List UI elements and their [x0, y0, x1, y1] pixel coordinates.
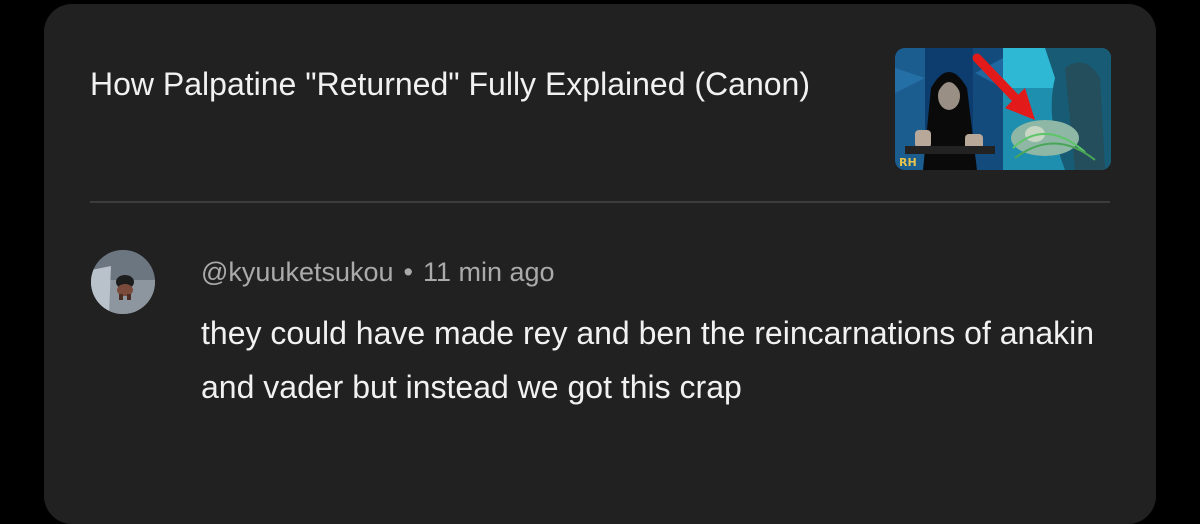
video-title[interactable]: How Palpatine "Returned" Fully Explained…	[90, 60, 850, 108]
comment-meta: @kyuuketsukou • 11 min ago	[201, 254, 555, 290]
user-avatar-icon	[91, 250, 155, 314]
thumbnail-image: RH	[895, 48, 1111, 170]
video-thumbnail[interactable]: RH	[895, 48, 1111, 170]
divider	[90, 201, 1110, 203]
meta-separator: •	[403, 257, 413, 287]
avatar[interactable]	[91, 250, 155, 314]
comment-author[interactable]: @kyuuketsukou	[201, 257, 394, 287]
comment-text: they could have made rey and ben the rei…	[201, 315, 1095, 405]
comment-time: 11 min ago	[422, 257, 555, 287]
thumbnail-corner-text: RH	[899, 156, 917, 169]
comment-card: How Palpatine "Returned" Fully Explained…	[44, 4, 1156, 524]
